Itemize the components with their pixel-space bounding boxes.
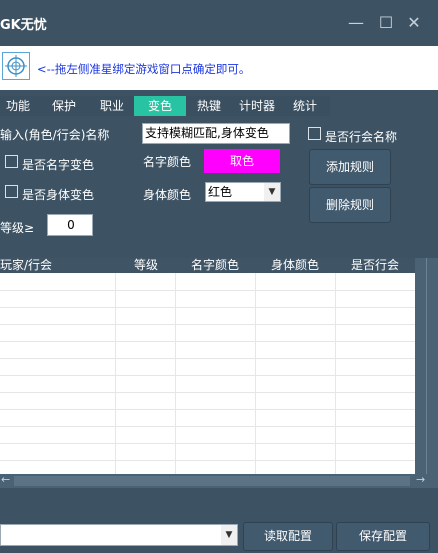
chevron-down-icon[interactable]: ▼ bbox=[264, 183, 280, 201]
horizontal-scrollbar[interactable]: ← → bbox=[0, 473, 438, 488]
grid-line bbox=[0, 409, 415, 410]
level-input[interactable]: 0 bbox=[47, 214, 93, 236]
scroll-thumb[interactable] bbox=[14, 476, 410, 486]
grid-line bbox=[0, 460, 415, 461]
body-color-select[interactable]: 红色 ▼ bbox=[205, 182, 281, 202]
name-input-label: 输入(角色/行会)名称 bbox=[0, 128, 110, 142]
name-color-check-label: 是否名字变色 bbox=[22, 158, 95, 172]
body-color-check-label: 是否身体变色 bbox=[22, 188, 95, 202]
body-color-label: 身体颜色 bbox=[143, 188, 192, 202]
name-input[interactable]: 支持模糊匹配,身体变色 bbox=[142, 123, 290, 144]
grid-line bbox=[0, 358, 415, 359]
minimize-button[interactable]: — bbox=[345, 12, 367, 34]
col-name-color[interactable]: 名字颜色 bbox=[191, 258, 239, 273]
delete-rule-button[interactable]: 删除规则 bbox=[309, 187, 391, 223]
body-color-select-value: 红色 bbox=[208, 185, 233, 199]
save-config-button[interactable]: 保存配置 bbox=[336, 522, 430, 551]
guild-name-checkbox[interactable] bbox=[308, 127, 321, 140]
close-button[interactable]: ✕ bbox=[403, 12, 425, 34]
grid-line bbox=[0, 375, 415, 376]
pick-color-button[interactable]: 取色 bbox=[204, 149, 280, 173]
name-color-checkbox[interactable] bbox=[5, 155, 18, 168]
tab-protect[interactable]: 保护 bbox=[44, 96, 84, 116]
tab-hotkey[interactable]: 热键 bbox=[190, 96, 228, 116]
grid-line bbox=[0, 426, 415, 427]
window-title: GK无忧 bbox=[0, 18, 47, 33]
add-rule-button[interactable]: 添加规则 bbox=[309, 149, 391, 185]
vertical-scrollbar[interactable] bbox=[415, 258, 438, 474]
crosshair-icon[interactable] bbox=[2, 52, 30, 80]
grid-line bbox=[0, 392, 415, 393]
col-level[interactable]: 等级 bbox=[134, 258, 158, 273]
title-bar bbox=[0, 0, 438, 46]
col-body-color[interactable]: 身体颜色 bbox=[271, 258, 319, 273]
tab-timer[interactable]: 计时器 bbox=[232, 96, 282, 116]
level-label: 等级≥ bbox=[0, 221, 35, 235]
name-color-label: 名字颜色 bbox=[143, 155, 192, 169]
tab-function[interactable]: 功能 bbox=[0, 96, 36, 116]
read-config-button[interactable]: 读取配置 bbox=[243, 522, 333, 551]
col-is-guild[interactable]: 是否行会 bbox=[351, 258, 399, 273]
scroll-right-icon[interactable]: → bbox=[416, 473, 425, 486]
grid-line bbox=[0, 307, 415, 308]
tab-job[interactable]: 职业 bbox=[92, 96, 132, 116]
bind-hint-text: <--拖左侧准星绑定游戏窗口点确定即可。 bbox=[37, 62, 251, 76]
tab-color[interactable]: 变色 bbox=[134, 96, 186, 116]
grid-line bbox=[0, 341, 415, 342]
scroll-left-icon[interactable]: ← bbox=[1, 473, 10, 486]
body-color-checkbox[interactable] bbox=[5, 185, 18, 198]
config-select[interactable]: ▼ bbox=[0, 524, 238, 546]
tab-stats[interactable]: 统计 bbox=[286, 96, 324, 116]
col-player-guild[interactable]: 玩家/行会 bbox=[0, 258, 52, 273]
scroll-track bbox=[426, 258, 427, 474]
grid-line bbox=[0, 290, 415, 291]
guild-name-label: 是否行会名称 bbox=[325, 130, 398, 144]
grid-line bbox=[0, 443, 415, 444]
maximize-button[interactable]: ☐ bbox=[375, 12, 397, 34]
chevron-down-icon[interactable]: ▼ bbox=[221, 525, 237, 545]
grid-line bbox=[0, 324, 415, 325]
